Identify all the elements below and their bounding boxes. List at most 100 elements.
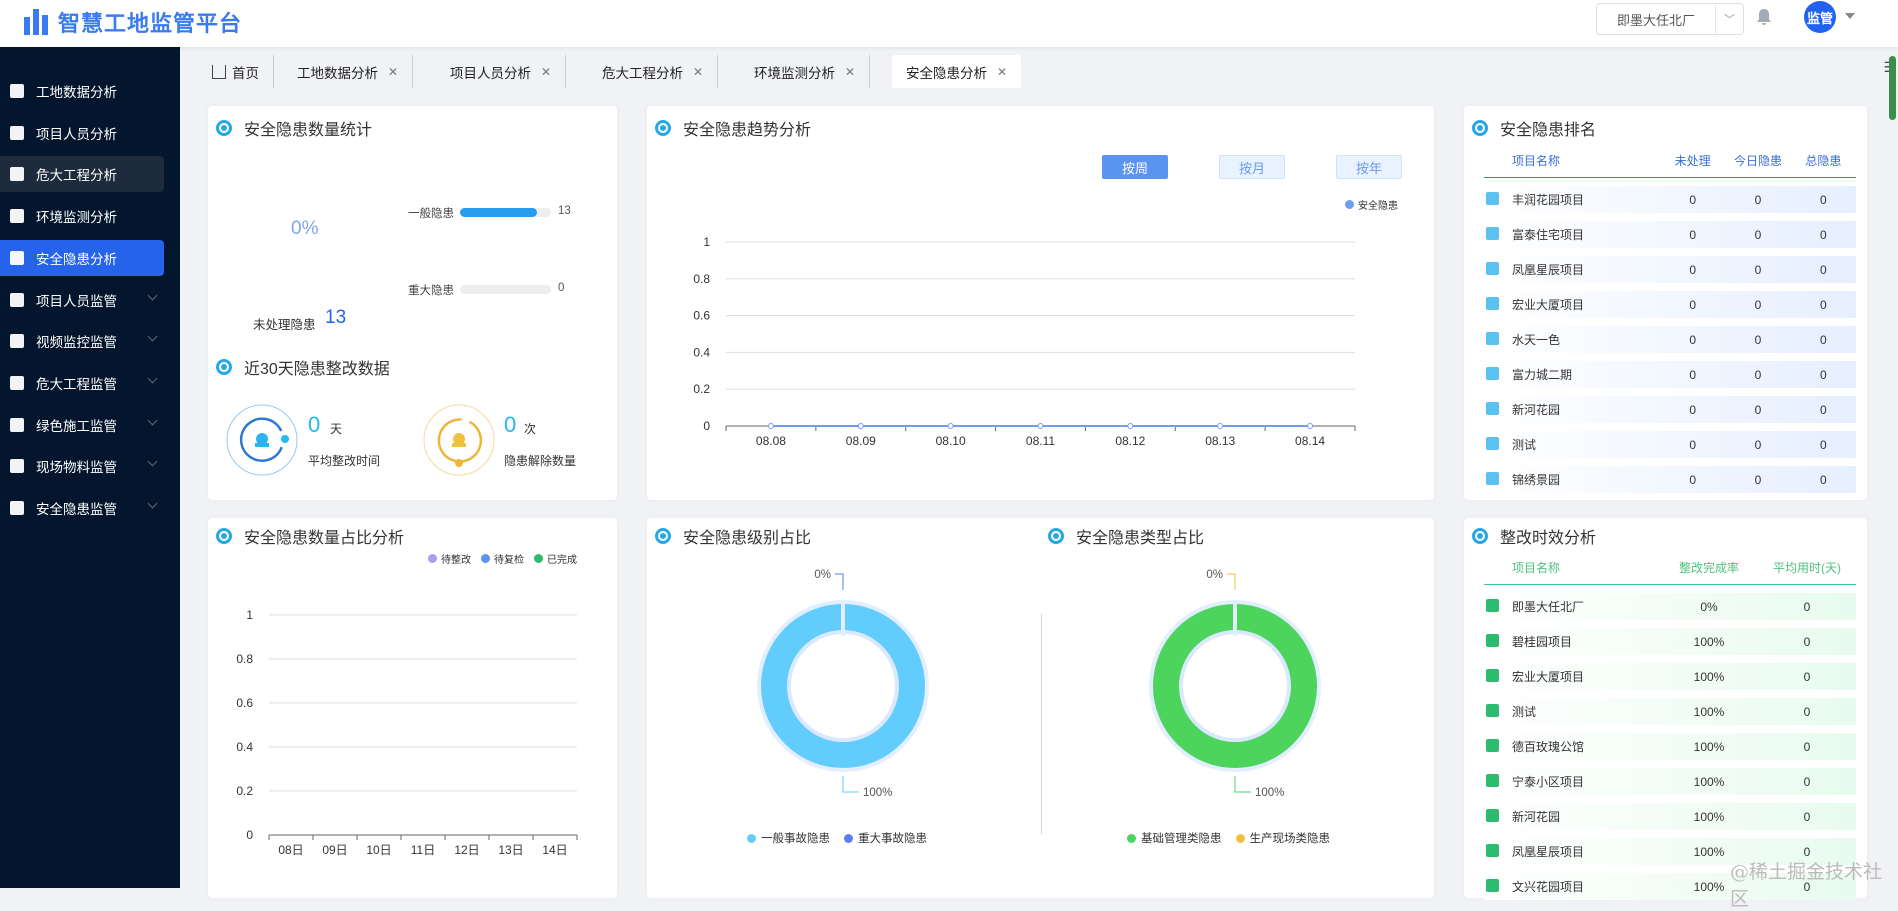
table-cell: 宁泰小区项目	[1512, 773, 1660, 790]
close-icon[interactable]: ✕	[845, 65, 855, 79]
column-header: 项目名称	[1512, 152, 1660, 169]
table-cell: 0	[1725, 438, 1790, 452]
sidebar-item-1[interactable]: 项目人员分析	[0, 115, 164, 151]
legend-item[interactable]: 一般事故隐患	[747, 830, 830, 846]
sidebar-item-9[interactable]: 现场物料监管	[0, 448, 164, 484]
sidebar-item-3[interactable]: 环境监测分析	[0, 198, 164, 234]
tab-4[interactable]: 环境监测分析✕	[740, 55, 870, 88]
legend-dot	[747, 834, 756, 843]
data-point[interactable]	[1128, 424, 1133, 429]
tab-5[interactable]: 安全隐患分析✕	[892, 55, 1021, 88]
close-icon[interactable]: ✕	[693, 65, 703, 79]
sidebar-item-6[interactable]: 视频监控监管	[0, 323, 164, 359]
table-row[interactable]: 宁泰小区项目100%0	[1484, 768, 1856, 795]
donut-card: 安全隐患级别占比 安全隐患类型占比 0%100%0%100% 一般事故隐患重大事…	[647, 518, 1434, 898]
general-value: 13	[558, 205, 571, 217]
sidebar-item-5[interactable]: 项目人员监管	[0, 282, 164, 318]
table-cell: 0%	[1660, 600, 1758, 614]
efficiency-table: 项目名称整改完成率平均用时(天) 即墨大任北厂0%0碧桂园项目100%0宏业大厦…	[1484, 551, 1856, 900]
table-row[interactable]: 德百玫瑰公馆100%0	[1484, 733, 1856, 760]
table-row[interactable]: 富泰住宅项目000	[1484, 221, 1856, 248]
tab-1[interactable]: 工地数据分析✕	[283, 55, 413, 88]
major-label: 重大隐患	[408, 282, 454, 298]
y-tick-label: 0	[703, 419, 710, 433]
sidebar-item-0[interactable]: 工地数据分析	[0, 73, 164, 109]
shield-icon	[10, 418, 24, 432]
chevron-down-icon	[148, 373, 158, 383]
legend-item[interactable]: 重大事故隐患	[844, 830, 927, 846]
row-marker-icon	[1486, 844, 1499, 857]
close-icon[interactable]: ✕	[541, 65, 551, 79]
data-point[interactable]	[948, 424, 953, 429]
efficiency-title: 整改时效分析	[1472, 524, 1596, 548]
legend-dot	[1236, 834, 1245, 843]
row-marker-icon	[1486, 704, 1499, 717]
site-select[interactable]: 即墨大任北厂﹀	[1596, 3, 1744, 35]
table-row[interactable]: 测试000	[1484, 431, 1856, 458]
logo-text: 智慧工地监管平台	[58, 6, 242, 38]
table-row[interactable]: 凤凰星辰项目000	[1484, 256, 1856, 283]
sidebar-item-2[interactable]: 危大工程分析	[0, 156, 164, 192]
sidebar-item-4[interactable]: 安全隐患分析	[0, 240, 164, 276]
users-icon	[10, 293, 24, 307]
close-icon[interactable]: ✕	[997, 65, 1007, 79]
sidebar-item-label: 危大工程分析	[36, 164, 117, 184]
table-cell: 锦绣景园	[1512, 471, 1660, 488]
row-marker-icon	[1486, 227, 1499, 240]
legend-item[interactable]: 生产现场类隐患	[1236, 830, 1331, 846]
tab-2[interactable]: 项目人员分析 ✕	[436, 55, 566, 88]
data-point[interactable]	[858, 424, 863, 429]
ranking-card: 安全隐患排名 项目名称未处理今日隐患总隐患 丰润花园项目000富泰住宅项目000…	[1464, 106, 1867, 500]
tab-label: 项目人员分析	[450, 62, 531, 82]
table-row[interactable]: 水天一色000	[1484, 326, 1856, 353]
sidebar-item-10[interactable]: 安全隐患监管	[0, 490, 164, 526]
tab-3[interactable]: 危大工程分析✕	[588, 55, 718, 88]
table-cell: 丰润花园项目	[1512, 191, 1660, 208]
sidebar-item-8[interactable]: 绿色施工监管	[0, 407, 164, 443]
table-row[interactable]: 锦绣景园000	[1484, 466, 1856, 493]
row-marker-icon	[1486, 192, 1499, 205]
data-point[interactable]	[1038, 424, 1043, 429]
legend-item[interactable]: 基础管理类隐患	[1127, 830, 1222, 846]
data-point[interactable]	[768, 424, 773, 429]
table-row[interactable]: 宏业大厦项目100%0	[1484, 663, 1856, 690]
data-point[interactable]	[1308, 424, 1313, 429]
logo[interactable]: 智慧工地监管平台	[24, 6, 242, 38]
avg-time-gauge-icon	[225, 403, 299, 477]
cleared-label: 隐患解除数量	[504, 452, 576, 469]
slice-label: 100%	[1255, 787, 1284, 799]
caret-down-icon[interactable]	[1845, 13, 1855, 24]
close-icon[interactable]: ✕	[388, 65, 398, 79]
table-row[interactable]: 测试100%0	[1484, 698, 1856, 725]
table-row[interactable]: 新河花园000	[1484, 396, 1856, 423]
table-row[interactable]: 碧桂园项目100%0	[1484, 628, 1856, 655]
table-row[interactable]: 新河花园100%0	[1484, 803, 1856, 830]
table-row[interactable]: 宏业大厦项目000	[1484, 291, 1856, 318]
table-cell: 0	[1758, 740, 1856, 754]
level-legend: 一般事故隐患重大事故隐患	[747, 830, 927, 846]
sidebar-item-label: 危大工程监管	[36, 373, 117, 393]
table-row[interactable]: 丰润花园项目000	[1484, 186, 1856, 213]
y-tick-label: 0.2	[693, 382, 710, 396]
watermark: @稀土掘金技术社区	[1730, 857, 1898, 911]
data-point[interactable]	[1218, 424, 1223, 429]
row-marker-icon	[1486, 297, 1499, 310]
row-marker-icon	[1486, 599, 1499, 612]
slice-label: 0%	[1206, 569, 1223, 581]
scrollbar[interactable]	[1889, 56, 1896, 120]
table-cell: 0	[1725, 473, 1790, 487]
rectify-title: 近30天隐患整改数据	[216, 355, 390, 379]
avatar[interactable]: 监管	[1804, 1, 1836, 33]
type-legend: 基础管理类隐患生产现场类隐患	[1127, 830, 1330, 846]
table-row[interactable]: 即墨大任北厂0%0	[1484, 593, 1856, 620]
bell-icon[interactable]	[1756, 8, 1772, 26]
table-row[interactable]: 富力城二期000	[1484, 361, 1856, 388]
sidebar-item-7[interactable]: 危大工程监管	[0, 365, 164, 401]
cart-icon	[10, 459, 24, 473]
table-cell: 100%	[1660, 775, 1758, 789]
table-cell: 0	[1791, 473, 1856, 487]
clipboard-icon	[10, 501, 24, 515]
tab-0[interactable]: 首页	[198, 55, 274, 88]
table-cell: 新河花园	[1512, 401, 1660, 418]
y-tick-label: 1	[703, 235, 710, 249]
